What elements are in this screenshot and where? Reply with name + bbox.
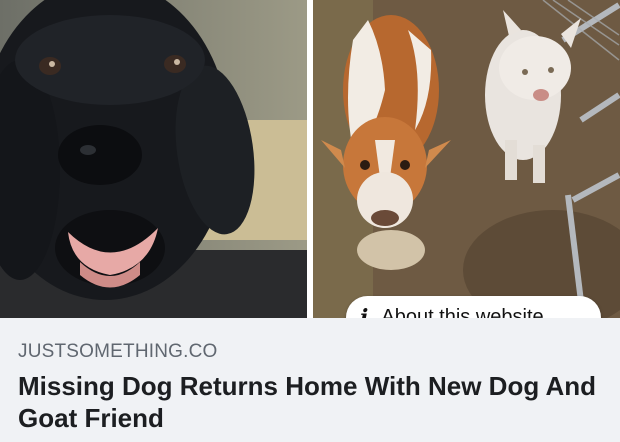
link-preview-card[interactable]: i About this website JUSTSOMETHING.CO Mi… — [0, 0, 620, 442]
link-headline[interactable]: Missing Dog Returns Home With New Dog An… — [18, 370, 602, 434]
link-caption[interactable]: JUSTSOMETHING.CO Missing Dog Returns Hom… — [0, 318, 620, 442]
link-domain: JUSTSOMETHING.CO — [18, 341, 218, 362]
preview-images[interactable] — [0, 0, 620, 318]
goat-and-white-dog-photo — [313, 0, 620, 318]
black-labrador-photo — [0, 0, 307, 318]
